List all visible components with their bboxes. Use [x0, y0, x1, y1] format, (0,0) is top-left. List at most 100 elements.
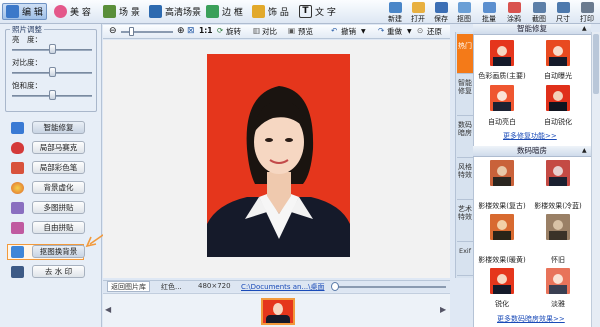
- saturation-slider-handle[interactable]: [49, 90, 56, 100]
- file-path-link[interactable]: C:\Documents an...\桌面: [241, 282, 325, 292]
- effect-thumb-auto-sharpen[interactable]: [546, 85, 570, 111]
- redo-button[interactable]: 重做: [387, 26, 402, 37]
- cutout-bg-icon: [11, 246, 24, 258]
- tab-exif[interactable]: Exif: [457, 244, 473, 276]
- compare-button[interactable]: 对比: [262, 26, 277, 37]
- multi-collage-button[interactable]: 多图拼贴: [32, 201, 85, 214]
- brightness-slider-handle[interactable]: [49, 44, 56, 54]
- zoom-in-icon[interactable]: ⊕: [177, 26, 185, 36]
- restore-button[interactable]: 还原: [427, 26, 442, 37]
- thumbnail-strip: ◀ ▶: [103, 293, 450, 327]
- right-vertical-tabs: 热门 智能修复 数码暗房 风格特效 艺术特效 Exif: [455, 32, 473, 278]
- undo-dropdown-icon[interactable]: ▼: [361, 28, 366, 35]
- restore-icon: ⊙: [417, 26, 424, 35]
- rotate-icon: ⟳: [217, 26, 224, 35]
- size-button[interactable]: 尺寸: [551, 1, 575, 23]
- contrast-slider-handle[interactable]: [49, 67, 56, 77]
- undo-button[interactable]: 撤销: [341, 26, 356, 37]
- effect-thumb-sharpen[interactable]: [490, 268, 514, 294]
- effect-thumb-color-quality[interactable]: [490, 40, 514, 66]
- smart-fix-icon: [11, 122, 24, 134]
- save-icon: [434, 2, 448, 13]
- print-button[interactable]: 打印: [575, 1, 599, 23]
- canvas-toolbar: ⊖ ⊕ ⊠ 1:1 ⟳ 旋转 ▥ 对比 ▣ 预览 ↶ 撤销 ▼ ↷ 重做 ▼ ⊙…: [103, 25, 450, 39]
- thumbs-next-icon[interactable]: ▶: [440, 305, 446, 314]
- tab-art-effects[interactable]: 艺术特效: [457, 202, 473, 242]
- effect-thumb-retro[interactable]: [490, 160, 514, 186]
- redo-dropdown-icon[interactable]: ▼: [407, 28, 412, 35]
- cutout-button[interactable]: 抠图: [452, 1, 476, 23]
- status-slider-handle[interactable]: [331, 282, 339, 291]
- more-darkroom-link[interactable]: 更多数码暗房效果>>: [497, 314, 565, 324]
- tab-beauty[interactable]: 美 容: [54, 3, 91, 20]
- effect-label-auto-sharpen: 自动锐化: [544, 118, 572, 126]
- mosaic-button[interactable]: 局部马赛克: [32, 141, 85, 154]
- tab-smart-fix[interactable]: 智能修复: [457, 76, 473, 116]
- batch-button[interactable]: 批量: [477, 1, 501, 23]
- tab-decoration[interactable]: 饰 品: [252, 3, 289, 20]
- text-icon: T: [299, 5, 312, 18]
- tab-hd-scene[interactable]: 高清场景: [149, 3, 201, 20]
- back-to-library-button[interactable]: 返回图片库: [107, 281, 150, 292]
- rotate-button[interactable]: 旋转: [226, 26, 241, 37]
- more-fix-link[interactable]: 更多修复功能>>: [503, 131, 557, 141]
- cutout-change-background-button[interactable]: 抠图换背景: [32, 245, 85, 258]
- mosaic-icon: [11, 142, 24, 154]
- background-blur-button[interactable]: 背景虚化: [32, 181, 85, 194]
- right-scrollbar[interactable]: [591, 32, 600, 327]
- open-button[interactable]: 打开: [406, 1, 430, 23]
- effect-label-cool-blue: 影楼效果(冷蓝): [534, 202, 582, 210]
- color-pen-button[interactable]: 局部彩色笔: [32, 161, 85, 174]
- doodle-button[interactable]: 涂鸦: [502, 1, 526, 23]
- tab-scene[interactable]: 场 景: [103, 3, 140, 20]
- free-collage-button[interactable]: 自由拼贴: [32, 221, 85, 234]
- portrait-photo: [207, 54, 350, 257]
- collapse-icon[interactable]: ▲: [582, 147, 587, 154]
- saturation-label: 饱和度：: [12, 81, 42, 90]
- darkroom-section-header: 数码暗房: [473, 146, 591, 157]
- frame-icon: [206, 5, 219, 18]
- effect-label-auto-exposure: 自动曝光: [544, 72, 572, 80]
- tab-darkroom[interactable]: 数码暗房: [457, 118, 473, 158]
- face-icon: [54, 5, 67, 18]
- color-pen-icon: [11, 162, 24, 174]
- status-slider[interactable]: [336, 286, 446, 288]
- fit-icon[interactable]: ⊠: [187, 26, 195, 36]
- smart-fix-button[interactable]: 智能修复: [32, 121, 85, 134]
- effect-thumb-elegant[interactable]: [546, 268, 570, 294]
- tab-style-effects[interactable]: 风格特效: [457, 160, 473, 200]
- batch-icon: [482, 2, 496, 13]
- actual-size-button[interactable]: 1:1: [199, 26, 212, 35]
- zoom-slider-handle[interactable]: [129, 27, 134, 36]
- preview-button[interactable]: 预览: [298, 26, 313, 37]
- effect-thumb-cool-blue[interactable]: [546, 160, 570, 186]
- thumbnail-selected[interactable]: [261, 298, 295, 325]
- preview-icon: ▣: [288, 26, 296, 35]
- new-icon: [388, 2, 402, 13]
- size-icon: [556, 2, 570, 13]
- tab-edit[interactable]: 编 辑: [2, 3, 47, 20]
- tab-hot[interactable]: 热门: [457, 34, 473, 74]
- effect-thumb-nostalgic[interactable]: [546, 214, 570, 240]
- screenshot-button[interactable]: 截图: [527, 1, 551, 23]
- open-icon: [411, 2, 425, 13]
- thumbs-prev-icon[interactable]: ◀: [105, 305, 111, 314]
- redo-icon: ↷: [378, 26, 385, 35]
- print-icon: [580, 2, 594, 13]
- effect-thumb-warm-yellow[interactable]: [490, 214, 514, 240]
- remove-watermark-button[interactable]: 去 水 印: [32, 265, 85, 278]
- tab-frame[interactable]: 边 框: [206, 3, 243, 20]
- effect-thumb-auto-whiten[interactable]: [490, 85, 514, 111]
- effect-thumb-auto-exposure[interactable]: [546, 40, 570, 66]
- effect-label-sharpen: 锐化: [495, 300, 509, 308]
- brightness-label: 亮 度：: [12, 35, 42, 44]
- zoom-out-icon[interactable]: ⊖: [109, 26, 117, 36]
- cutout-icon: [457, 2, 471, 13]
- new-button[interactable]: 新建: [383, 1, 407, 23]
- color-name: 红色...: [161, 283, 182, 291]
- tab-text[interactable]: T 文 字: [299, 3, 336, 20]
- collapse-icon[interactable]: ▲: [582, 25, 587, 32]
- save-button[interactable]: 保存: [429, 1, 453, 23]
- watermark-icon: [11, 266, 24, 278]
- effect-label-elegant: 淡雅: [551, 300, 565, 308]
